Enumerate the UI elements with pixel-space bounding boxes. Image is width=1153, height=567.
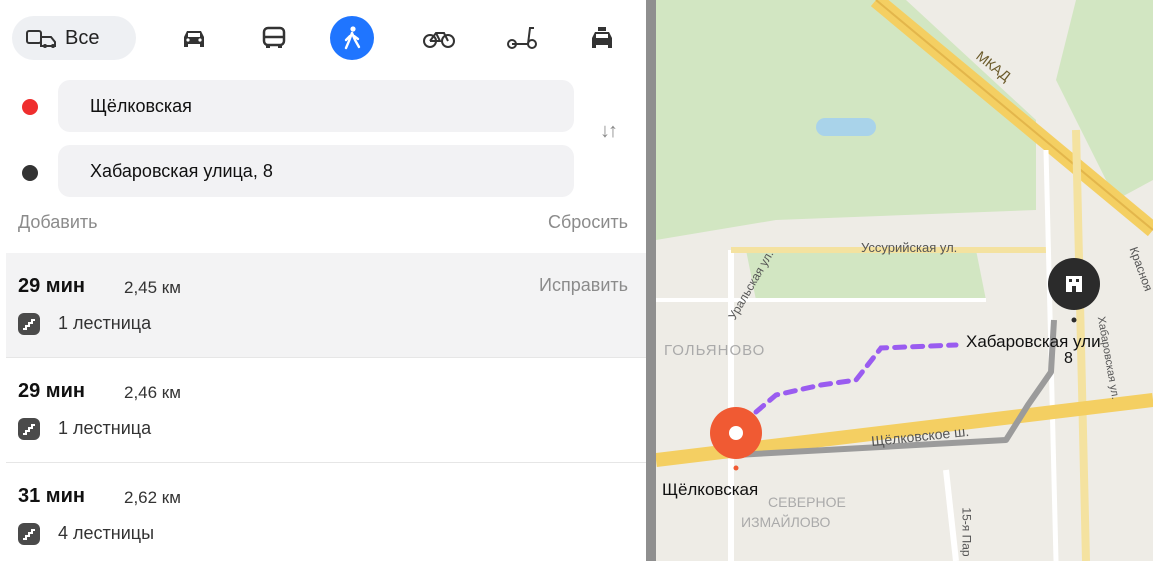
stairs-icon: [18, 313, 40, 335]
mode-bus-button[interactable]: [252, 16, 296, 60]
map-label-parkovaya: 15-я Пар: [959, 507, 974, 557]
route-stairs: 4 лестницы: [58, 523, 155, 543]
mode-all-button[interactable]: Все: [12, 16, 136, 60]
pedestrian-icon: [344, 26, 361, 50]
route-option-3[interactable]: 31 мин 2,62 км 4 лестницы: [6, 463, 646, 567]
route-time: 29 мин: [18, 380, 85, 402]
map-label-destination: Хабаровская ули: [966, 332, 1101, 351]
route-time: 31 мин: [18, 485, 85, 507]
route-distance: 2,46 км: [124, 383, 181, 402]
route-stairs: 1 лестница: [58, 418, 152, 438]
map-label-origin: Щёлковская: [662, 480, 759, 499]
mode-all-label: Все: [65, 26, 100, 49]
map-label-izmaylovo: ИЗМАЙЛОВО: [741, 514, 831, 530]
destination-field[interactable]: Хабаровская улица, 8: [58, 145, 574, 197]
car-icon: [184, 31, 204, 47]
route-option-1[interactable]: 29 мин 2,45 км Исправить 1 лестница: [6, 253, 646, 357]
swap-direction-icon[interactable]: ↓↑: [600, 120, 618, 143]
map-view[interactable]: МКАД Уссурийская ул. Уральская ул. Красн…: [656, 0, 1153, 561]
map-label-destination-number: 8: [1064, 350, 1073, 367]
map-label-ussuriyskaya: Уссурийская ул.: [861, 240, 958, 255]
destination-value: Хабаровская улица, 8: [90, 160, 273, 181]
mode-car-button[interactable]: [172, 16, 216, 60]
reset-button[interactable]: Сбросить: [548, 212, 628, 233]
map-label-golyanovo: ГОЛЬЯНОВО: [664, 342, 766, 359]
transport-mode-bar: Все: [12, 16, 642, 60]
route-distance: 2,62 км: [124, 488, 181, 507]
bicycle-icon: [423, 32, 455, 48]
route-panel: Все Щёлковская Хабаровская улица, 8 ↓↑ Д…: [0, 0, 646, 561]
panel-divider[interactable]: [646, 0, 656, 561]
mode-pedestrian-button[interactable]: [330, 16, 374, 60]
mode-taxi-button[interactable]: [580, 16, 624, 60]
stairs-icon: [18, 523, 40, 545]
map-label-severnoe: СЕВЕРНОЕ: [768, 494, 846, 510]
map-canvas: [656, 0, 1153, 561]
route-option-2[interactable]: 29 мин 2,46 км 1 лестница: [6, 358, 646, 462]
add-waypoint-button[interactable]: Добавить: [18, 212, 98, 233]
route-time: 29 мин: [18, 275, 85, 297]
scooter-icon: [507, 27, 537, 49]
taxi-icon: [592, 27, 612, 48]
origin-value: Щёлковская: [90, 95, 192, 116]
route-stairs: 1 лестница: [58, 313, 152, 333]
route-distance: 2,45 км: [124, 278, 181, 297]
origin-dot: [22, 99, 38, 115]
bus-icon: [262, 26, 286, 48]
destination-dot: [22, 165, 38, 181]
all-transport-icon: [26, 30, 56, 48]
fix-route-button[interactable]: Исправить: [539, 275, 628, 296]
mode-bicycle-button[interactable]: [417, 16, 461, 60]
mode-scooter-button[interactable]: [500, 16, 544, 60]
stairs-icon: [18, 418, 40, 440]
origin-field[interactable]: Щёлковская: [58, 80, 574, 132]
